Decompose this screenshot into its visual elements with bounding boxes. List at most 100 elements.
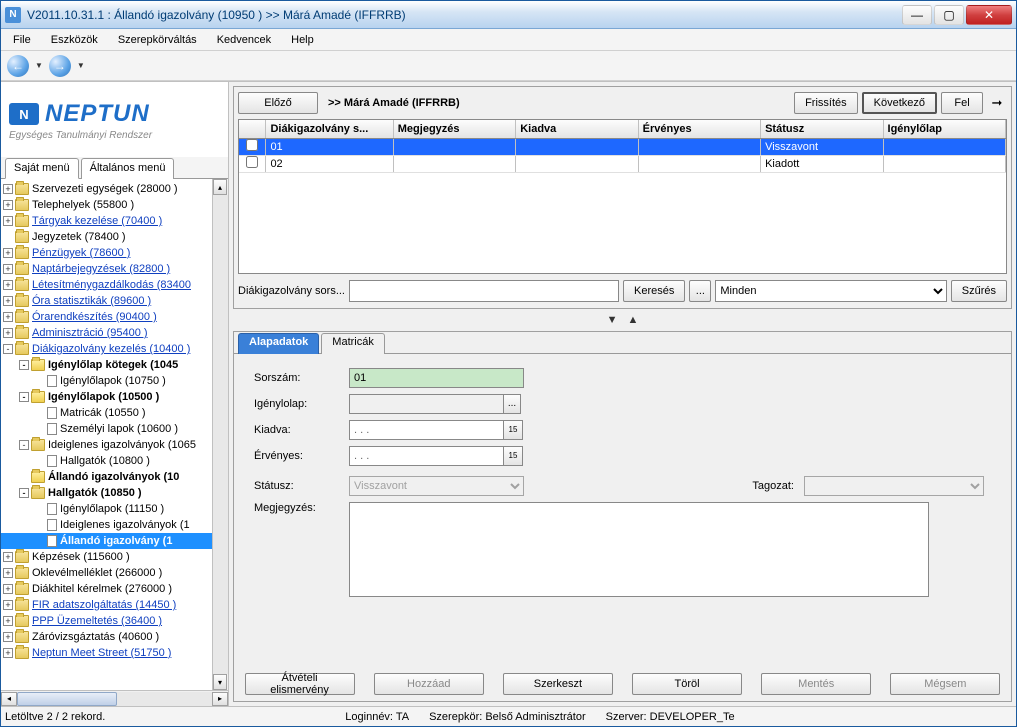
up-button[interactable]: Fel — [941, 92, 983, 114]
expand-icon[interactable]: - — [19, 440, 29, 450]
tree-item[interactable]: +Adminisztráció (95400 ) — [1, 325, 212, 341]
close-button[interactable]: ✕ — [966, 5, 1012, 25]
tab-own-menu[interactable]: Saját menü — [5, 158, 79, 179]
menu-favorites[interactable]: Kedvencek — [209, 32, 279, 48]
tree-item[interactable]: Jegyzetek (78400 ) — [1, 229, 212, 245]
tree-item[interactable]: +Létesítménygazdálkodás (83400 — [1, 277, 212, 293]
tree-item[interactable]: +PPP Üzemeltetés (36400 ) — [1, 613, 212, 629]
tree-item[interactable]: +Záróvizsgáztatás (40600 ) — [1, 629, 212, 645]
tree-item[interactable]: +Képzések (115600 ) — [1, 549, 212, 565]
scroll-left-icon[interactable]: ◂ — [1, 692, 17, 706]
save-button[interactable]: Mentés — [761, 673, 871, 695]
expand-icon[interactable]: - — [19, 360, 29, 370]
kiadva-calendar-icon[interactable]: 15 — [503, 420, 523, 440]
expand-icon[interactable]: + — [3, 632, 13, 642]
tree-item[interactable]: +Neptun Meet Street (51750 ) — [1, 645, 212, 661]
filter-button[interactable]: Szűrés — [951, 280, 1007, 302]
row-checkbox[interactable] — [246, 156, 258, 168]
scroll-down-icon[interactable]: ▾ — [213, 674, 227, 690]
expand-icon[interactable]: + — [3, 280, 13, 290]
scroll-thumb[interactable] — [17, 692, 117, 706]
tree-item[interactable]: -Igénylőlap kötegek (1045 — [1, 357, 212, 373]
expand-icon[interactable]: + — [3, 216, 13, 226]
expand-icon[interactable]: + — [3, 296, 13, 306]
expand-icon[interactable]: + — [3, 552, 13, 562]
expand-icon[interactable]: - — [3, 344, 13, 354]
tree-item[interactable]: Matricák (10550 ) — [1, 405, 212, 421]
tree-item[interactable]: +Pénzügyek (78600 ) — [1, 245, 212, 261]
row-checkbox[interactable] — [246, 139, 258, 151]
scroll-up-icon[interactable]: ▴ — [213, 179, 227, 195]
grid-header[interactable]: Igénylőlap — [883, 120, 1005, 138]
grid-header[interactable]: Kiadva — [516, 120, 638, 138]
tree-item[interactable]: +Tárgyak kezelése (70400 ) — [1, 213, 212, 229]
tree-item[interactable]: +Órarendkészítés (90400 ) — [1, 309, 212, 325]
expand-icon[interactable]: + — [3, 248, 13, 258]
tree-item[interactable]: Állandó igazolványok (10 — [1, 469, 212, 485]
edit-button[interactable]: Szerkeszt — [503, 673, 613, 695]
navigation-tree[interactable]: +Szervezeti egységek (28000 )+Telephelye… — [1, 179, 212, 690]
nav-forward-dropdown[interactable]: ▼ — [75, 61, 87, 70]
field-kiadva[interactable]: . . . — [349, 420, 504, 440]
tree-item[interactable]: Ideiglenes igazolványok (1 — [1, 517, 212, 533]
tree-item[interactable]: Állandó igazolvány (1 — [1, 533, 212, 549]
expand-icon[interactable]: + — [3, 312, 13, 322]
cancel-button[interactable]: Mégsem — [890, 673, 1000, 695]
menu-help[interactable]: Help — [283, 32, 322, 48]
menu-file[interactable]: File — [5, 32, 39, 48]
data-grid[interactable]: Diákigazolvány s...MegjegyzésKiadvaÉrvén… — [238, 119, 1007, 274]
maximize-button[interactable]: ▢ — [934, 5, 964, 25]
pin-icon[interactable]: ➞ — [987, 93, 1007, 113]
field-statusz[interactable]: Visszavont — [349, 476, 524, 496]
tree-item[interactable]: +Szervezeti egységek (28000 ) — [1, 181, 212, 197]
menu-tools[interactable]: Eszközök — [43, 32, 106, 48]
menu-rolechange[interactable]: Szerepkörváltás — [110, 32, 205, 48]
grid-header[interactable] — [239, 120, 266, 138]
next-button[interactable]: Következő — [862, 92, 937, 114]
search-button[interactable]: Keresés — [623, 280, 685, 302]
tab-alapadatok[interactable]: Alapadatok — [238, 333, 319, 354]
nav-back-icon[interactable]: ← — [7, 55, 29, 77]
search-options-button[interactable]: ... — [689, 280, 711, 302]
expand-icon[interactable]: - — [19, 392, 29, 402]
expand-icon[interactable]: + — [3, 584, 13, 594]
tab-matricak[interactable]: Matricák — [321, 333, 385, 354]
filter-dropdown[interactable]: Minden — [715, 280, 946, 302]
tab-general-menu[interactable]: Általános menü — [81, 158, 175, 179]
tree-item[interactable]: Igénylőlapok (11150 ) — [1, 501, 212, 517]
tree-item[interactable]: +FIR adatszolgáltatás (14450 ) — [1, 597, 212, 613]
table-row[interactable]: 02Kiadott — [239, 155, 1006, 172]
expand-icon[interactable]: + — [3, 184, 13, 194]
expand-icon[interactable]: + — [3, 568, 13, 578]
igenylolap-lookup-button[interactable]: ... — [503, 394, 521, 414]
expand-icon[interactable]: - — [19, 488, 29, 498]
search-input[interactable] — [349, 280, 619, 302]
tree-item[interactable]: Hallgatók (10800 ) — [1, 453, 212, 469]
grid-header[interactable]: Megjegyzés — [393, 120, 515, 138]
tree-vertical-scrollbar[interactable]: ▴ ▾ — [212, 179, 228, 690]
ervenyes-calendar-icon[interactable]: 15 — [503, 446, 523, 466]
splitter[interactable]: ▼ ▲ — [233, 313, 1012, 327]
tree-item[interactable]: +Telephelyek (55800 ) — [1, 197, 212, 213]
grid-header[interactable]: Státusz — [761, 120, 883, 138]
grid-header[interactable]: Diákigazolvány s... — [266, 120, 393, 138]
nav-forward-icon[interactable]: → — [49, 55, 71, 77]
nav-back-dropdown[interactable]: ▼ — [33, 61, 45, 70]
add-button[interactable]: Hozzáad — [374, 673, 484, 695]
tree-item[interactable]: Igénylőlapok (10750 ) — [1, 373, 212, 389]
scroll-right-icon[interactable]: ▸ — [212, 692, 228, 706]
expand-icon[interactable]: + — [3, 600, 13, 610]
tree-horizontal-scrollbar[interactable]: ◂ ▸ — [1, 690, 228, 706]
delete-button[interactable]: Töröl — [632, 673, 742, 695]
tree-item[interactable]: +Diákhitel kérelmek (276000 ) — [1, 581, 212, 597]
expand-icon[interactable]: + — [3, 648, 13, 658]
tree-item[interactable]: -Diákigazolvány kezelés (10400 ) — [1, 341, 212, 357]
expand-icon[interactable]: + — [3, 616, 13, 626]
tree-item[interactable]: +Óra statisztikák (89600 ) — [1, 293, 212, 309]
tree-item[interactable]: +Naptárbejegyzések (82800 ) — [1, 261, 212, 277]
minimize-button[interactable]: — — [902, 5, 932, 25]
refresh-button[interactable]: Frissítés — [794, 92, 858, 114]
grid-header[interactable]: Érvényes — [638, 120, 760, 138]
table-row[interactable]: 01Visszavont — [239, 138, 1006, 155]
expand-icon[interactable]: + — [3, 200, 13, 210]
